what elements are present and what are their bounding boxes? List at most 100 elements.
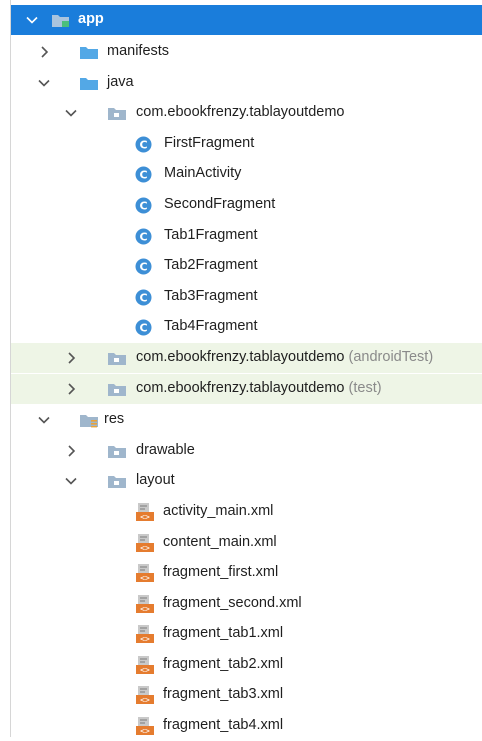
svg-text:<>: <> — [140, 574, 150, 583]
package-icon — [107, 350, 126, 366]
svg-text:C: C — [139, 139, 147, 152]
source-set-suffix: (test) — [348, 380, 382, 396]
tree-node-class[interactable]: C SecondFragment — [11, 190, 482, 220]
xml-file-icon: <> — [135, 624, 154, 644]
svg-text:C: C — [139, 200, 147, 213]
chevron-right-icon[interactable] — [37, 45, 51, 59]
tree-node-label: SecondFragment — [164, 196, 276, 212]
class-icon: C — [135, 197, 153, 214]
tree-node-res[interactable]: res — [11, 405, 482, 435]
xml-file-icon: <> — [135, 563, 154, 583]
resource-folder-icon — [79, 412, 98, 428]
package-name: com.ebookfrenzy.tablayoutdemo — [136, 380, 345, 396]
tree-node-class[interactable]: C Tab4Fragment — [11, 312, 482, 342]
tree-node-label: FirstFragment — [164, 135, 255, 151]
xml-file-icon: <> — [135, 594, 154, 614]
chevron-right-icon[interactable] — [64, 351, 78, 365]
svg-text:<>: <> — [140, 605, 150, 614]
svg-text:<>: <> — [140, 666, 150, 675]
xml-file-icon: <> — [135, 655, 154, 675]
tree-node-xml-file[interactable]: <> fragment_tab3.xml — [11, 680, 482, 710]
tree-node-package-android-test[interactable]: com.ebookfrenzy.tablayoutdemo (androidTe… — [11, 343, 482, 373]
svg-text:<>: <> — [140, 635, 150, 644]
svg-text:C: C — [139, 261, 147, 274]
source-set-suffix: (androidTest) — [348, 349, 434, 365]
tree-node-java[interactable]: java — [11, 68, 482, 98]
svg-text:C: C — [139, 169, 147, 182]
tree-node-xml-file[interactable]: <> activity_main.xml — [11, 497, 482, 527]
tree-node-package-test[interactable]: com.ebookfrenzy.tablayoutdemo (test) — [11, 374, 482, 404]
tree-node-label: MainActivity — [164, 165, 242, 181]
class-icon: C — [135, 289, 153, 306]
svg-text:C: C — [139, 231, 147, 244]
folder-icon — [107, 473, 126, 489]
tree-node-app[interactable]: app — [11, 5, 482, 35]
tree-node-class[interactable]: C Tab1Fragment — [11, 221, 482, 251]
tree-node-xml-file[interactable]: <> content_main.xml — [11, 528, 482, 558]
tree-node-label: fragment_tab1.xml — [163, 625, 284, 641]
package-name: com.ebookfrenzy.tablayoutdemo — [136, 349, 345, 365]
folder-icon — [79, 44, 98, 60]
tree-node-manifests[interactable]: manifests — [11, 37, 482, 67]
tree-node-label: layout — [136, 472, 175, 488]
tree-node-label: com.ebookfrenzy.tablayoutdemo (androidTe… — [136, 349, 433, 365]
tree-node-label: res — [104, 411, 125, 427]
tree-node-label: fragment_tab2.xml — [163, 656, 284, 672]
tree-node-label: manifests — [107, 43, 170, 59]
class-icon: C — [135, 319, 153, 336]
tree-node-label: Tab3Fragment — [164, 288, 258, 304]
chevron-down-icon[interactable] — [64, 106, 78, 120]
svg-text:<>: <> — [140, 544, 150, 553]
project-tree: app manifests java com.ebookfrenzy.tabla… — [0, 0, 482, 737]
tree-node-package-main[interactable]: com.ebookfrenzy.tablayoutdemo — [11, 98, 482, 128]
tree-node-label: fragment_first.xml — [163, 564, 279, 580]
xml-file-icon: <> — [135, 533, 154, 553]
tree-node-label: content_main.xml — [163, 534, 277, 550]
tree-node-label: Tab2Fragment — [164, 257, 258, 273]
chevron-right-icon[interactable] — [64, 444, 78, 458]
folder-icon — [79, 75, 98, 91]
chevron-right-icon[interactable] — [64, 382, 78, 396]
tree-node-drawable[interactable]: drawable — [11, 436, 482, 466]
svg-text:C: C — [139, 322, 147, 335]
xml-file-icon: <> — [135, 502, 154, 522]
module-folder-icon — [51, 12, 69, 28]
tree-node-xml-file[interactable]: <> fragment_tab1.xml — [11, 619, 482, 649]
xml-file-icon: <> — [135, 716, 154, 736]
tree-node-label: Tab1Fragment — [164, 227, 258, 243]
xml-file-icon: <> — [135, 685, 154, 705]
class-icon: C — [135, 228, 153, 245]
tree-node-xml-file[interactable]: <> fragment_tab2.xml — [11, 650, 482, 680]
package-icon — [107, 105, 126, 121]
tree-node-label: fragment_tab3.xml — [163, 686, 284, 702]
chevron-down-icon[interactable] — [64, 474, 78, 488]
tree-node-xml-file[interactable]: <> fragment_first.xml — [11, 558, 482, 588]
tree-node-label: fragment_second.xml — [163, 595, 302, 611]
tree-node-layout[interactable]: layout — [11, 466, 482, 496]
tree-node-label: java — [107, 74, 134, 90]
svg-text:<>: <> — [140, 727, 150, 736]
tree-node-label: com.ebookfrenzy.tablayoutdemo (test) — [136, 380, 382, 396]
tree-node-label: fragment_tab4.xml — [163, 717, 284, 733]
chevron-down-icon[interactable] — [25, 13, 39, 27]
tree-node-label: app — [78, 11, 104, 27]
tree-node-class[interactable]: C FirstFragment — [11, 129, 482, 159]
chevron-down-icon[interactable] — [37, 413, 51, 427]
class-icon: C — [135, 136, 153, 153]
svg-text:C: C — [139, 292, 147, 305]
folder-icon — [107, 443, 126, 459]
tree-node-label: drawable — [136, 442, 195, 458]
tree-node-label: com.ebookfrenzy.tablayoutdemo — [136, 104, 345, 120]
tree-node-class[interactable]: C Tab2Fragment — [11, 251, 482, 281]
tree-node-label: Tab4Fragment — [164, 318, 258, 334]
svg-text:<>: <> — [140, 513, 150, 522]
class-icon: C — [135, 166, 153, 183]
svg-text:<>: <> — [140, 696, 150, 705]
class-icon: C — [135, 258, 153, 275]
tree-node-xml-file[interactable]: <> fragment_second.xml — [11, 589, 482, 619]
tree-node-class[interactable]: C MainActivity — [11, 159, 482, 189]
chevron-down-icon[interactable] — [37, 76, 51, 90]
tree-node-class[interactable]: C Tab3Fragment — [11, 282, 482, 312]
package-icon — [107, 381, 126, 397]
tree-node-label: activity_main.xml — [163, 503, 274, 519]
